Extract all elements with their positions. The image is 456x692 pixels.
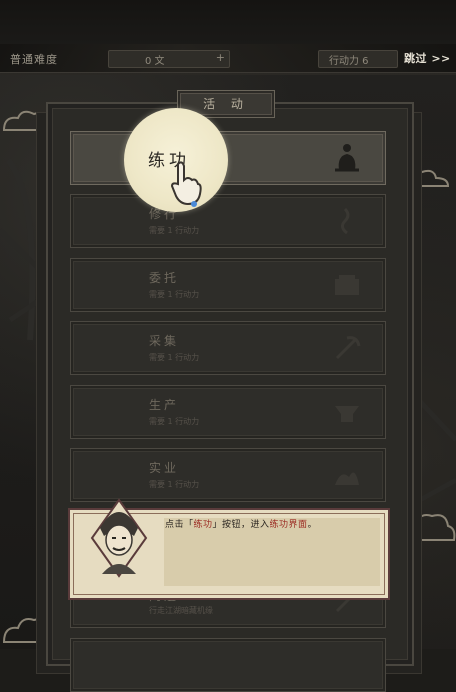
- activity-cost: 需要 1 行动力: [149, 290, 200, 299]
- activity-name: 委托: [149, 271, 180, 285]
- activity-item-commission[interactable]: 委托 需要 1 行动力: [70, 258, 386, 312]
- activity-cost: 需要 1 行动力: [149, 353, 200, 362]
- highlight-target: 练功: [193, 520, 213, 530]
- activity-cost: 需要 1 行动力: [149, 417, 200, 426]
- activity-cost: 行走江湖暗藏机缘: [149, 606, 213, 615]
- action-points-box: 行动力 6: [318, 50, 398, 68]
- activity-cost: 需要 1 行动力: [149, 480, 200, 489]
- top-status-bar: 普通难度 0 文 + 行动力 6 跳过 >>: [0, 44, 456, 73]
- scroll-icon: [340, 207, 350, 235]
- difficulty-label: 普通难度: [10, 53, 58, 66]
- meditation-icon: [335, 144, 359, 172]
- activity-item-produce[interactable]: 生产 需要 1 行动力: [70, 385, 386, 439]
- action-points-label: 行动力 6: [329, 56, 369, 67]
- activity-name: 采集: [149, 334, 180, 348]
- guide-character-portrait: [90, 498, 148, 578]
- activity-name: 生产: [149, 398, 180, 412]
- anvil-icon: [335, 406, 359, 422]
- pointing-hand-icon: [170, 161, 202, 207]
- activity-item-gather[interactable]: 采集 需要 1 行动力: [70, 321, 386, 375]
- currency-box: 0 文 +: [108, 50, 230, 68]
- add-currency-button[interactable]: +: [216, 51, 225, 64]
- highlight-destination: 练功界面: [269, 520, 308, 530]
- trade-icon: [335, 472, 359, 485]
- pickaxe-icon: [335, 336, 361, 360]
- activity-cost: 需要 1 行动力: [149, 226, 200, 235]
- activity-item-partial[interactable]: [70, 638, 386, 692]
- activity-item-practice[interactable]: [70, 131, 386, 185]
- tutorial-message: 点击「练功」按钮，进入练功界面。: [165, 520, 318, 530]
- skip-button[interactable]: 跳过 >>: [404, 50, 451, 66]
- coins-icon: [335, 275, 359, 295]
- activity-name: 实业: [149, 461, 180, 475]
- currency-value: 0 文: [145, 56, 165, 67]
- activity-item-cultivate[interactable]: 修行 需要 1 行动力: [70, 194, 386, 248]
